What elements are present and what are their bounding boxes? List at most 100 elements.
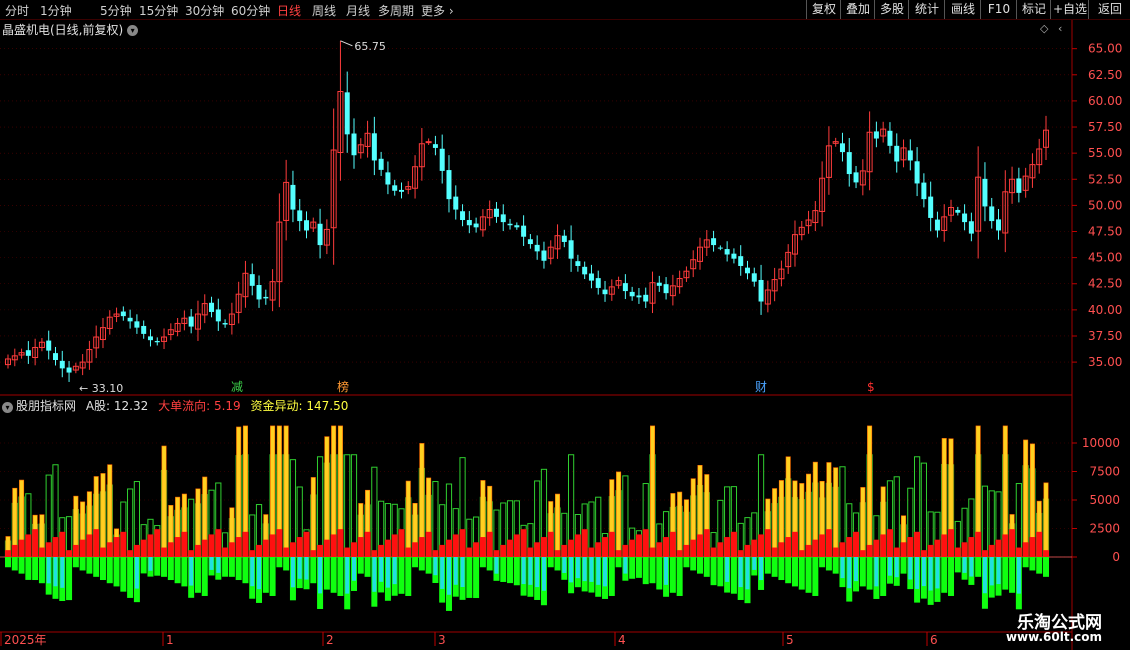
outflow-bar [785,557,792,584]
period-tab-0[interactable]: 分时 [5,2,29,19]
toolbar-button-8[interactable]: 返回 [1088,0,1130,19]
indicator-outline-bar [947,464,955,558]
outflow-bar [337,557,344,596]
inflow-bar [168,505,174,558]
candle-body [819,177,826,212]
big-order-bar [289,542,296,557]
big-order-bar [595,542,602,557]
cyan-outflow-bar [433,557,438,576]
period-tab-1[interactable]: 1分钟 [40,2,72,19]
candle-body [134,321,140,328]
toolbar-button-1[interactable]: 叠加 [840,0,875,19]
period-tab-7[interactable]: 周线 [312,2,336,19]
big-order-bar [751,539,758,557]
toolbar-button-0[interactable]: 复权 [806,0,841,19]
inflow-bar [941,438,947,558]
candle-body [276,221,283,283]
cyan-outflow-bar [440,557,445,589]
indicator-outline-bar [1022,465,1029,558]
candle-body [194,313,201,330]
candle-body [989,206,995,222]
big-order-bar [194,544,201,557]
outflow-bar [106,557,113,584]
toolbar-button-4[interactable]: 画线 [944,0,981,19]
indicator-outline-bar [913,456,921,558]
outflow-bar [59,557,66,602]
cyan-outflow-bar [752,557,757,570]
outflow-bar [303,557,310,590]
cyan-outflow-bar [935,557,940,589]
candle-body [1036,148,1043,166]
outflow-bar [683,557,690,568]
cyan-outflow-bar [725,557,730,582]
period-tab-10[interactable]: 更多 › [421,2,454,19]
big-order-bar [859,550,866,557]
big-order-bar [846,537,853,557]
toolbar-button-6[interactable]: 标记 [1016,0,1051,19]
toolbar-button-7[interactable]: +自选 [1050,0,1089,19]
inflow-bar [867,425,873,558]
event-marker: 榜 [337,379,349,394]
indicator-outline-bar [520,524,527,558]
candle-body [541,250,547,261]
big-order-bar [93,529,100,557]
period-tab-5[interactable]: 60分钟 [231,2,270,19]
period-tab-4[interactable]: 30分钟 [185,2,224,19]
big-order-bar [330,534,337,557]
candle-body [351,133,357,156]
candle-body [418,143,425,168]
indicator-outline-bar [927,511,934,558]
indicator-outline-bar [710,532,717,558]
toolbar-button-5[interactable]: F10 [980,0,1017,19]
outflow-bar [771,557,778,577]
big-order-bar [154,529,161,557]
indicator-outline-bar [873,515,880,558]
diamond-icon[interactable]: ◇ [1040,22,1048,35]
period-tab-8[interactable]: 月线 [346,2,370,19]
period-tab-2[interactable]: 5分钟 [100,2,132,19]
big-order-bar [744,544,751,557]
period-tab-3[interactable]: 15分钟 [139,2,178,19]
big-order-bar [222,547,229,557]
cyan-outflow-bar [569,557,574,583]
candle-body [5,358,11,366]
candle-body [859,170,866,186]
collapse-icon[interactable]: ▾ [127,25,139,36]
event-marker: 财 [755,380,767,394]
big-order-bar [981,550,988,557]
outflow-bar [886,557,893,584]
candle-body [228,313,235,325]
collapse-icon[interactable]: ▾ [2,402,13,413]
indicator-outline-bar [717,499,724,558]
big-order-bar [249,550,256,557]
chart-canvas[interactable]: 35.00 37.50 40.00 42.50 45.00 47.50 50.00 52.50… [0,0,1130,650]
price-tick-label: 50.00 [1088,198,1122,212]
indicator-outline-bar [771,503,778,558]
toolbar-button-3[interactable]: 统计 [908,0,945,19]
period-tab-9[interactable]: 多周期 [378,2,414,19]
indicator-outline-bar [371,466,378,558]
indicator-outline-bar [859,502,866,558]
toolbar-button-2[interactable]: 多股 [874,0,909,19]
cyan-outflow-bar [745,557,750,590]
indicator-outline-bar [466,518,473,558]
indicator-outline-bar [588,501,595,558]
big-order-bar [805,544,812,557]
price-tick-label: 42.50 [1088,277,1122,291]
outflow-bar [364,557,371,577]
inflow-bar [792,480,798,558]
outflow-bar [825,557,832,571]
cyan-outflow-bar [1016,557,1021,594]
inflow-bar [480,480,486,558]
inflow-bar [93,476,99,558]
chevron-left-icon[interactable]: ‹ [1058,22,1062,35]
period-tab-6[interactable]: 日线 [277,2,301,19]
outflow-bar [920,557,927,599]
price-tick-label: 57.50 [1088,120,1122,134]
candle-body [832,141,839,144]
cyan-outflow-bar [148,557,153,571]
outflow-bar [540,557,547,606]
outflow-bar [452,557,459,597]
outflow-bar [554,557,561,571]
candle-body [731,253,737,259]
